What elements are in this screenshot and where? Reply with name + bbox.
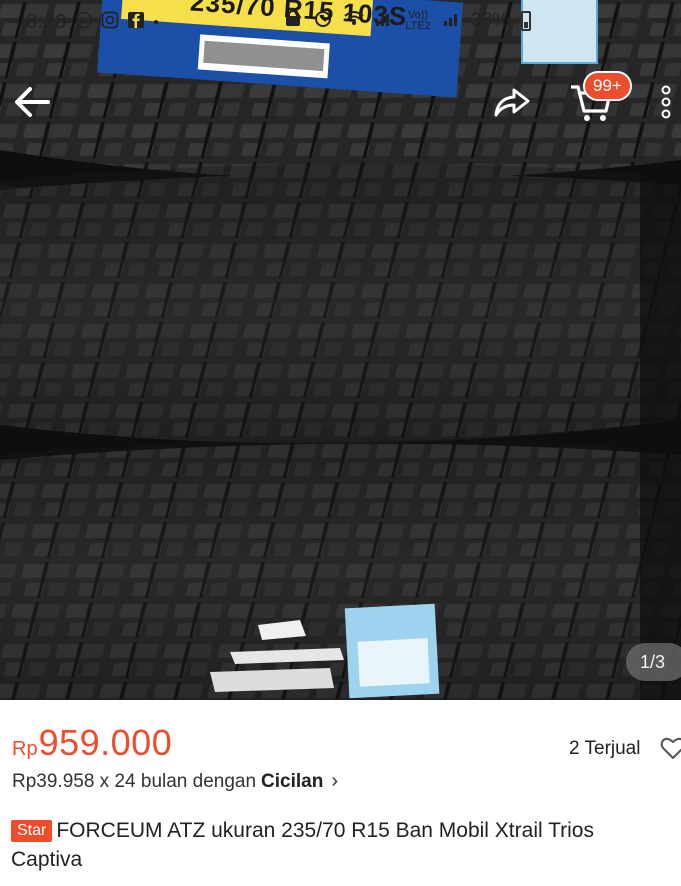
image-page-indicator: 1/3 xyxy=(626,643,681,681)
installment-text: Rp39.958 x 24 bulan dengan xyxy=(12,770,257,792)
alarm-icon xyxy=(313,8,333,34)
product-title-text: FORCEUM ATZ ukuran 235/70 R15 Ban Mobil … xyxy=(11,819,594,871)
back-button[interactable] xyxy=(8,78,56,126)
network-label: Vo)) LTE2 xyxy=(405,9,431,32)
heart-icon[interactable] xyxy=(660,736,681,760)
instagram-icon xyxy=(101,11,119,34)
product-title: Star FORCEUM ATZ ukuran 235/70 R15 Ban Mo… xyxy=(11,816,671,874)
share-button[interactable] xyxy=(488,78,536,126)
arrow-left-icon xyxy=(15,87,50,117)
price: Rp 959.000 xyxy=(12,722,172,764)
cart-count-badge: 99+ xyxy=(583,71,632,101)
status-time: 8:20 xyxy=(26,10,67,33)
signal-icon-2 xyxy=(443,9,461,33)
facebook-icon xyxy=(127,11,145,34)
product-image-carousel[interactable]: 235/70 R15 103S 8:20 ● Vo)) LTE2 33% 99+… xyxy=(0,0,681,700)
price-currency: Rp xyxy=(12,738,38,760)
wifi-icon xyxy=(343,9,365,33)
price-value: 959.000 xyxy=(38,722,173,763)
more-vertical-icon xyxy=(661,85,671,119)
installment-link[interactable]: Cicilan xyxy=(261,771,323,793)
battery-percent: 33% xyxy=(470,10,509,31)
notification-dot-icon: ● xyxy=(152,16,159,28)
star-seller-badge: Star xyxy=(11,820,53,842)
more-options-button[interactable] xyxy=(652,80,680,124)
whatsapp-icon xyxy=(75,11,93,34)
signal-icon xyxy=(375,9,393,33)
status-bar: 8:20 ● Vo)) LTE2 33% xyxy=(0,0,681,44)
chevron-right-icon: › xyxy=(331,770,339,792)
installment-row[interactable]: Rp39.958 x 24 bulan dengan Cicilan › xyxy=(12,770,338,793)
sold-count: 2 Terjual xyxy=(569,738,641,759)
share-icon xyxy=(494,88,530,117)
vpn-icon xyxy=(283,8,303,34)
battery-icon xyxy=(521,11,531,31)
